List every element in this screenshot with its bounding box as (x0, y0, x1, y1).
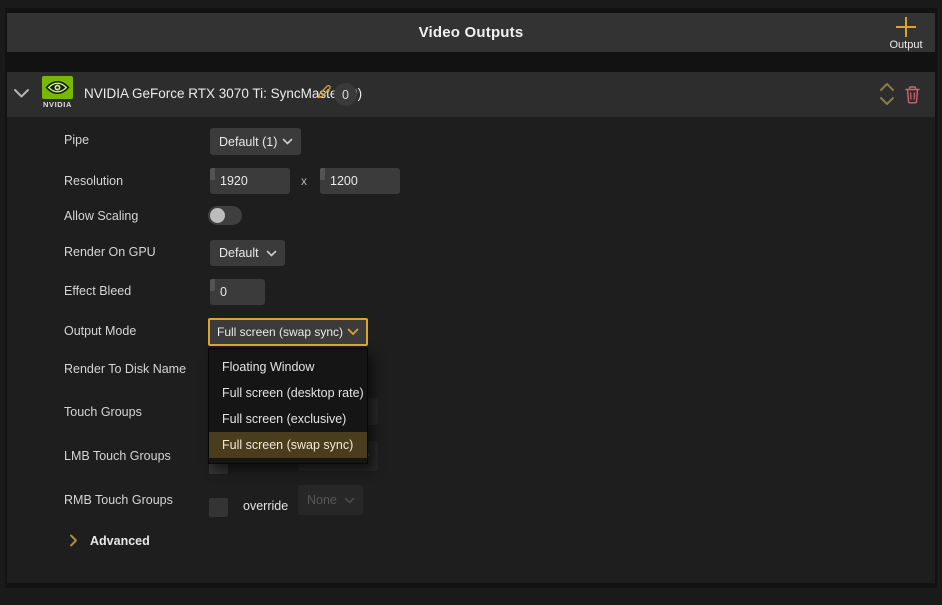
lmb-touch-groups-label: LMB Touch Groups (64, 449, 171, 463)
titlebar: Video Outputs (7, 13, 935, 52)
effect-bleed-input[interactable] (210, 279, 265, 305)
resolution-width-input[interactable] (210, 168, 290, 194)
chevron-down-icon (347, 328, 359, 336)
chevron-down-icon (282, 138, 293, 145)
toggle-knob (210, 208, 225, 223)
drag-handle[interactable] (320, 168, 325, 180)
output-mode-menu: Floating Window Full screen (desktop rat… (208, 348, 368, 464)
rmb-override-value: None (307, 493, 337, 507)
touch-groups-label: Touch Groups (64, 405, 142, 419)
drag-handle[interactable] (210, 279, 215, 291)
nvidia-logo-text: NVIDIA (40, 100, 75, 109)
menu-option-swap-sync-selected[interactable]: Full screen (swap sync) (209, 432, 367, 458)
advanced-chevron-right-icon[interactable] (69, 534, 78, 547)
menu-option-exclusive[interactable]: Full screen (exclusive) (209, 406, 367, 432)
drag-handle[interactable] (210, 168, 215, 180)
settings-panel (7, 117, 935, 583)
video-outputs-window: Video Outputs Output NVIDIA NVIDIA GeFor… (0, 0, 942, 605)
rmb-override-checkbox[interactable] (209, 498, 228, 517)
effect-bleed-label: Effect Bleed (64, 284, 131, 298)
output-mode-label: Output Mode (64, 324, 136, 338)
pipe-label: Pipe (64, 133, 89, 147)
menu-option-desktop-rate[interactable]: Full screen (desktop rate) (209, 380, 367, 406)
pipe-select[interactable]: Default (1) (210, 128, 301, 155)
output-mode-value: Full screen (swap sync) (217, 325, 343, 339)
edit-count-badge: 0 (334, 83, 357, 106)
resolution-height-input[interactable] (320, 168, 400, 194)
output-mode-select[interactable]: Full screen (swap sync) (208, 318, 368, 346)
add-output-label: Output (878, 39, 934, 51)
render-on-gpu-label: Render On GPU (64, 245, 156, 259)
move-up-chevron-icon[interactable] (879, 82, 895, 92)
pipe-select-value: Default (1) (219, 135, 277, 149)
resolution-separator: x (301, 174, 307, 188)
allow-scaling-label: Allow Scaling (64, 209, 138, 223)
render-to-disk-name-label: Render To Disk Name (64, 362, 186, 376)
expand-chevron-down-icon[interactable] (13, 88, 30, 99)
resolution-label: Resolution (64, 174, 123, 188)
page-title: Video Outputs (419, 24, 524, 41)
rmb-override-select: None (298, 485, 363, 515)
render-on-gpu-value: Default (219, 246, 259, 260)
allow-scaling-toggle[interactable] (208, 206, 242, 225)
edit-pencil-icon[interactable] (316, 84, 332, 100)
chevron-down-icon (344, 497, 355, 504)
menu-option-floating-window[interactable]: Floating Window (209, 354, 367, 380)
advanced-section-toggle[interactable]: Advanced (90, 534, 150, 548)
rmb-touch-groups-label: RMB Touch Groups (64, 493, 173, 507)
add-output-button[interactable] (893, 15, 919, 39)
rmb-override-label: override (243, 499, 288, 513)
chevron-down-icon (266, 250, 277, 257)
move-down-chevron-icon[interactable] (879, 96, 895, 106)
plus-icon (893, 15, 919, 39)
delete-trash-icon[interactable] (904, 85, 921, 104)
nvidia-logo-icon (42, 76, 73, 99)
render-on-gpu-select[interactable]: Default (210, 240, 285, 266)
